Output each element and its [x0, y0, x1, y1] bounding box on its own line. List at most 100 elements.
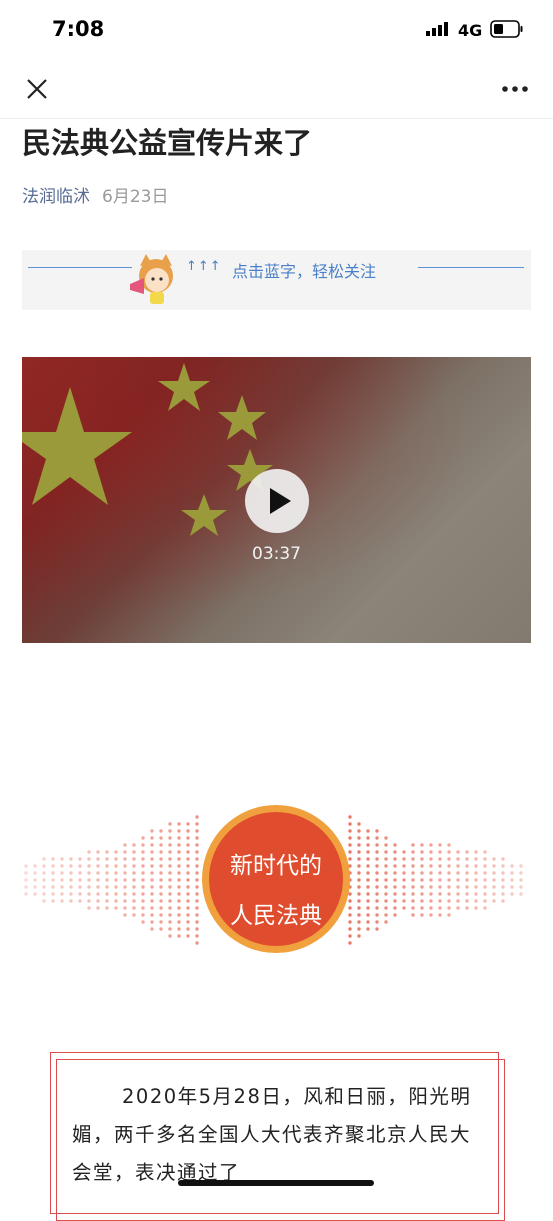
- wave-dot: [438, 857, 442, 861]
- wave-dot: [393, 864, 397, 868]
- wave-dot: [519, 892, 523, 896]
- wave-dot: [96, 850, 100, 854]
- wave-dot: [114, 885, 118, 889]
- wave-dot: [159, 920, 163, 924]
- wave-dot: [375, 864, 379, 868]
- wave-dot: [474, 871, 478, 875]
- follow-banner-text[interactable]: 点击蓝字，轻松关注: [232, 258, 376, 282]
- wave-dot: [195, 836, 199, 840]
- wave-dot: [141, 871, 145, 875]
- wave-dot: [150, 836, 154, 840]
- wave-dot: [366, 829, 370, 833]
- wave-dot: [132, 864, 136, 868]
- wave-dot: [375, 843, 379, 847]
- wave-dot: [348, 934, 352, 938]
- wave-dot: [159, 843, 163, 847]
- wave-dot: [168, 822, 172, 826]
- wave-dot: [402, 850, 406, 854]
- wave-dot: [420, 885, 424, 889]
- body-paragraph: 2020年5月28日，风和日丽，阳光明媚，两千多名全国人大代表齐聚北京人民大会堂…: [72, 1078, 482, 1192]
- wave-dot: [375, 906, 379, 910]
- wave-dot: [123, 899, 127, 903]
- play-icon: [270, 488, 291, 514]
- wave-dot: [438, 878, 442, 882]
- wave-dot: [186, 864, 190, 868]
- big-star: [22, 387, 132, 505]
- wave-dot: [186, 885, 190, 889]
- play-button[interactable]: [245, 469, 309, 533]
- wave-dot: [501, 899, 505, 903]
- wave-dot: [150, 878, 154, 882]
- wave-dot: [69, 899, 73, 903]
- wave-dot: [348, 941, 352, 945]
- more-icon[interactable]: [500, 82, 530, 96]
- wave-dot: [150, 850, 154, 854]
- wave-dot: [141, 878, 145, 882]
- wave-dot: [87, 878, 91, 882]
- wave-dot: [384, 920, 388, 924]
- close-icon[interactable]: [22, 74, 52, 104]
- wave-dot: [159, 906, 163, 910]
- wave-dot: [33, 878, 37, 882]
- wave-dot: [393, 850, 397, 854]
- wave-dot: [195, 927, 199, 931]
- wave-dot: [483, 906, 487, 910]
- wave-dot: [168, 843, 172, 847]
- wave-dot: [42, 899, 46, 903]
- video-player[interactable]: 03:37: [22, 357, 531, 643]
- wave-dot: [429, 892, 433, 896]
- wave-dot: [177, 927, 181, 931]
- wave-dot: [384, 913, 388, 917]
- wave-dot: [42, 892, 46, 896]
- wave-dot: [366, 913, 370, 917]
- wave-dot: [348, 920, 352, 924]
- wave-dot: [384, 843, 388, 847]
- wave-dot: [186, 836, 190, 840]
- wave-dot: [177, 913, 181, 917]
- wave-dot: [105, 857, 109, 861]
- wave-dot: [69, 871, 73, 875]
- wave-dot: [159, 857, 163, 861]
- home-indicator[interactable]: [178, 1180, 374, 1186]
- wave-dot: [465, 892, 469, 896]
- wave-dot: [186, 920, 190, 924]
- wave-dot: [501, 885, 505, 889]
- wave-dot: [411, 864, 415, 868]
- wave-dot: [474, 850, 478, 854]
- wave-dot: [348, 836, 352, 840]
- wave-dot: [141, 920, 145, 924]
- wave-dot: [87, 857, 91, 861]
- wave-dot: [177, 871, 181, 875]
- wave-dot: [51, 871, 55, 875]
- wave-dot: [456, 878, 460, 882]
- wave-dot: [69, 892, 73, 896]
- wave-dot: [177, 850, 181, 854]
- banner-divider-left: [28, 267, 132, 268]
- wave-dot: [411, 871, 415, 875]
- wave-dot: [60, 871, 64, 875]
- follow-banner[interactable]: ↑↑↑ 点击蓝字，轻松关注: [22, 250, 531, 310]
- wave-dot: [366, 850, 370, 854]
- wave-dot: [456, 885, 460, 889]
- wave-dot: [447, 913, 451, 917]
- wave-dot: [474, 864, 478, 868]
- wave-dot: [150, 864, 154, 868]
- wave-dot: [168, 899, 172, 903]
- author-link[interactable]: 法润临沭: [22, 187, 90, 207]
- wave-dot: [87, 885, 91, 889]
- wave-dot: [375, 829, 379, 833]
- wave-dot: [411, 878, 415, 882]
- wave-dot: [51, 878, 55, 882]
- wave-dot: [105, 878, 109, 882]
- wave-dot: [519, 885, 523, 889]
- wave-dot: [429, 878, 433, 882]
- wave-dot: [393, 913, 397, 917]
- wave-dot: [447, 864, 451, 868]
- wave-dot: [132, 906, 136, 910]
- wave-dot: [366, 927, 370, 931]
- wave-dot: [483, 864, 487, 868]
- emblem-line-2: 人民法典: [230, 903, 322, 929]
- wave-dot: [141, 857, 145, 861]
- wave-dot: [411, 843, 415, 847]
- wave-dot: [141, 836, 145, 840]
